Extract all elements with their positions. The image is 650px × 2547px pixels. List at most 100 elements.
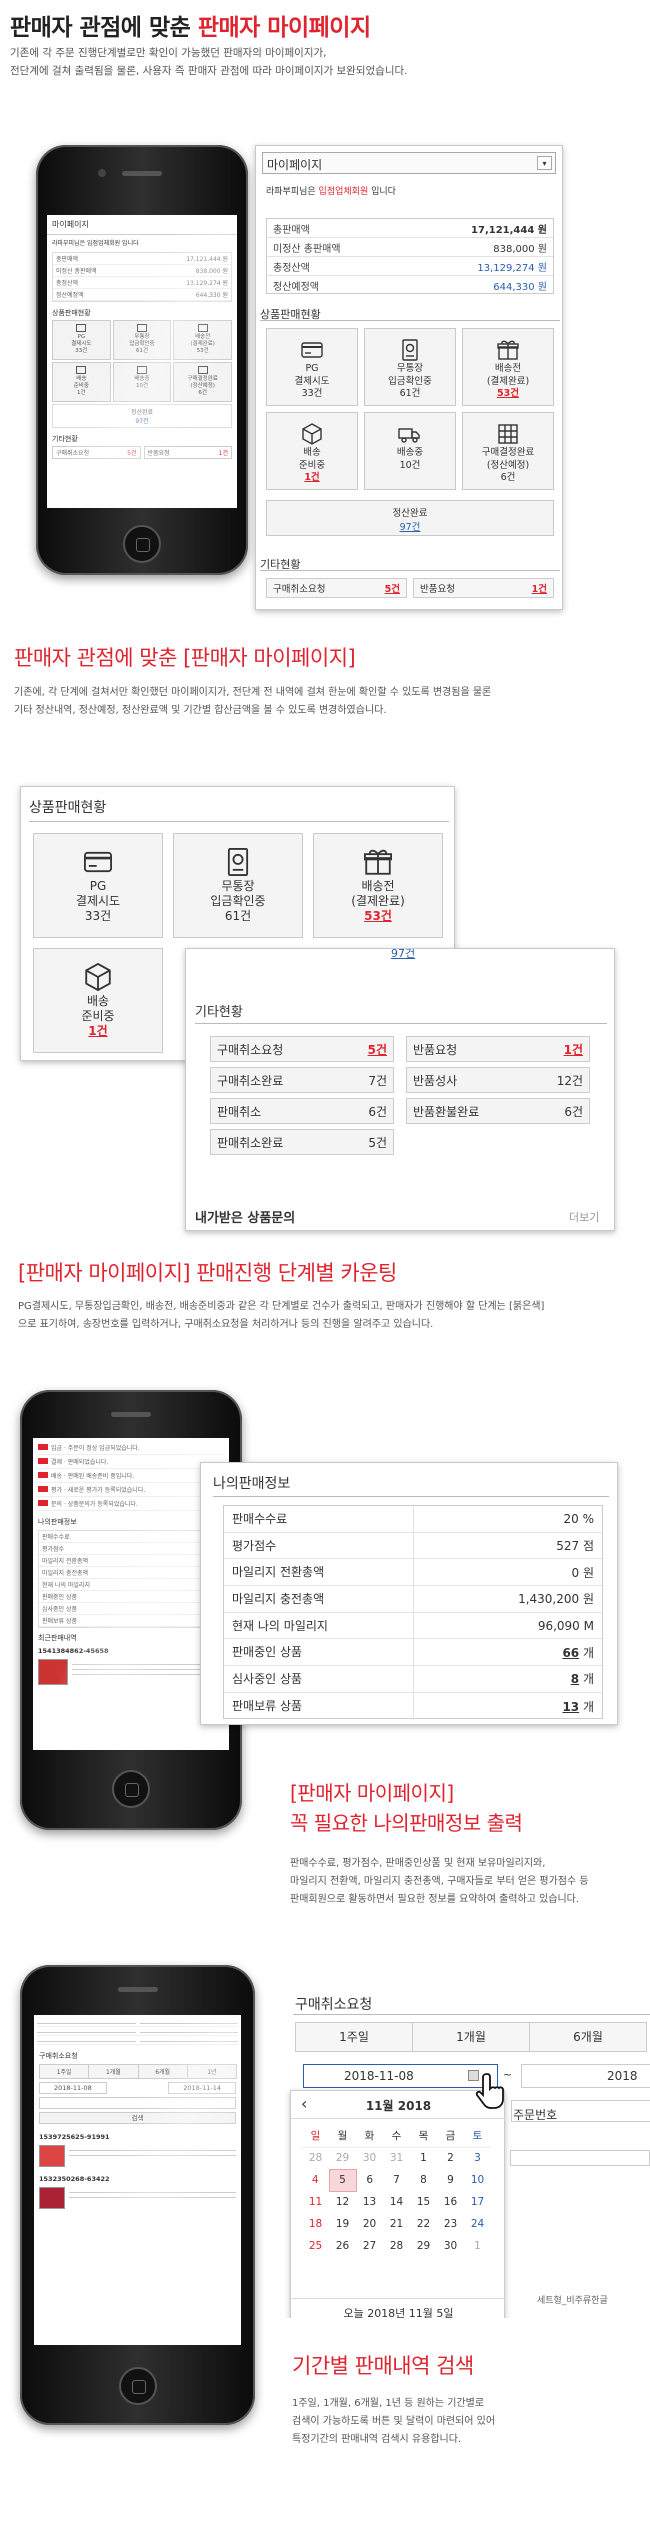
day-cell[interactable]: 1 — [410, 2147, 437, 2169]
info-value[interactable]: 8 개 — [571, 1670, 602, 1687]
status-tile[interactable]: 배송 준비중 1건 — [33, 948, 163, 1053]
day-cell[interactable]: 26 — [329, 2235, 356, 2257]
day-cell[interactable]: 7 — [383, 2169, 410, 2191]
notice-item[interactable]: 배송 · 판매된 배송준비 중입니다. — [36, 1469, 226, 1483]
phone3-select[interactable] — [39, 2097, 236, 2109]
status-tile[interactable]: 배송전 (결제완료) 53건 — [462, 328, 554, 406]
etc-row[interactable]: 반품요청 1건 — [413, 578, 554, 598]
mini-etc-row[interactable]: 구매취소요청 5건 — [52, 446, 141, 459]
phone3-order-2[interactable]: 1532350268-63422 — [34, 2169, 241, 2185]
day-cell[interactable]: 4 — [302, 2169, 329, 2191]
phone1-settle[interactable]: 정산완료 97건 — [52, 404, 232, 428]
status-tile[interactable]: PG 결제시도 33건 — [33, 833, 163, 938]
notice-item[interactable]: 문의 · 상품문의가 등록되었습니다. — [36, 1497, 226, 1511]
day-cell[interactable]: 25 — [302, 2235, 329, 2257]
day-cell[interactable]: 2 — [437, 2147, 464, 2169]
status-tile[interactable]: 배송 준비중 1건 — [266, 412, 358, 490]
week-row: 4 5 6 7 8 9 10 — [302, 2168, 491, 2192]
phone3-order-item[interactable] — [39, 2145, 236, 2167]
day-cell[interactable]: 27 — [356, 2235, 383, 2257]
day-cell[interactable]: 9 — [437, 2169, 464, 2191]
day-cell[interactable]: 11 — [302, 2191, 329, 2213]
etc-cell[interactable]: 판매취소 6건 — [210, 1098, 394, 1124]
mini-tile[interactable]: 배송전 (결제완료) 53건 — [173, 320, 232, 360]
mini-etc-row[interactable]: 반품요청 1건 — [143, 446, 232, 459]
mini-tile[interactable]: 배송 준비중 1건 — [52, 362, 111, 402]
day-cell[interactable]: 13 — [356, 2191, 383, 2213]
mini-period-tab[interactable]: 1년 — [186, 2064, 237, 2079]
today-button[interactable]: 오늘 2018년 11월 5일 — [291, 2298, 506, 2318]
day-cell[interactable]: 12 — [329, 2191, 356, 2213]
day-cell[interactable]: 17 — [464, 2191, 491, 2213]
etc-cell[interactable]: 구매취소요청 5건 — [210, 1036, 394, 1062]
mini-period-tab[interactable]: 1개월 — [88, 2064, 139, 2079]
etc-cell[interactable]: 구매취소완료 7건 — [210, 1067, 394, 1093]
day-cell[interactable]: 19 — [329, 2213, 356, 2235]
mini-tile[interactable]: 구매결정완료 (정산예정) 6건 — [173, 362, 232, 402]
etc-cell[interactable]: 판매취소완료 5건 — [210, 1129, 394, 1155]
mini-tile[interactable]: PG 결제시도 33건 — [52, 320, 111, 360]
day-cell[interactable]: 30 — [437, 2235, 464, 2257]
mini-tile[interactable]: 배송중 10건 — [112, 362, 172, 402]
info-value[interactable]: 13 개 — [562, 1698, 602, 1715]
mini-info-row: 심사중인 상품 — [39, 1603, 223, 1615]
phone2-info-table: 판매수수료 평가점수 마일리지 전환총액 마일리지 충전총액 현재 나의 마일리지 판매중… — [38, 1530, 224, 1628]
notice-item[interactable]: 입금 · 주문이 정상 입금되었습니다. — [36, 1441, 226, 1455]
day-cell[interactable]: 3 — [464, 2147, 491, 2169]
order-no-box[interactable] — [511, 2100, 650, 2122]
search-field[interactable] — [510, 2150, 650, 2166]
mini-period-tab[interactable]: 1주일 — [39, 2064, 90, 2079]
day-cell[interactable]: 30 — [356, 2147, 383, 2169]
day-cell[interactable]: 29 — [410, 2235, 437, 2257]
more-link[interactable]: 더보기 — [569, 1209, 599, 1225]
mini-period-tab[interactable]: 6개월 — [137, 2064, 188, 2079]
settle-complete-tile[interactable]: 정산완료 97건 — [266, 500, 554, 536]
notice-item[interactable]: 평가 · 새로운 평가가 등록되었습니다. — [36, 1483, 226, 1497]
etc-cell[interactable]: 반품요청 1건 — [406, 1036, 590, 1062]
status-tile[interactable]: 배송중 10건 — [364, 412, 456, 490]
day-cell[interactable]: 29 — [329, 2147, 356, 2169]
day-cell[interactable]: 1 — [464, 2235, 491, 2257]
day-cell[interactable]: 5 — [328, 2168, 357, 2192]
day-cell[interactable]: 18 — [302, 2213, 329, 2235]
period-tab[interactable]: 6개월 — [529, 2022, 647, 2052]
phone3-search-button[interactable]: 검색 — [39, 2112, 236, 2124]
day-cell[interactable]: 14 — [383, 2191, 410, 2213]
etc-cell[interactable]: 반품성사 12건 — [406, 1067, 590, 1093]
status-tile[interactable]: 배송전 (결제완료) 53건 — [313, 833, 443, 938]
phone3-order-1[interactable]: 1539725625-91991 — [34, 2127, 241, 2143]
status-tile[interactable]: 구매결정완료 (정산예정) 6건 — [462, 412, 554, 490]
phone3-order-item[interactable] — [39, 2187, 236, 2209]
section4-desc: 판매수수료, 평가점수, 판매중인상품 및 현재 보유마일리지와, 마일리지 전… — [290, 1858, 589, 1905]
date-to-input[interactable]: 2018 — [521, 2064, 650, 2088]
info-value[interactable]: 66 개 — [562, 1644, 602, 1661]
period-tab[interactable]: 1주일 — [295, 2022, 413, 2052]
etc-row[interactable]: 구매취소요청 5건 — [266, 578, 407, 598]
mini-bar — [37, 2023, 136, 2024]
period-tab[interactable]: 1개월 — [412, 2022, 530, 2052]
day-cell[interactable]: 16 — [437, 2191, 464, 2213]
day-cell[interactable]: 20 — [356, 2213, 383, 2235]
day-cell[interactable]: 6 — [356, 2169, 383, 2191]
day-cell[interactable]: 15 — [410, 2191, 437, 2213]
day-cell[interactable]: 10 — [464, 2169, 491, 2191]
phone2-order-item[interactable] — [38, 1659, 224, 1685]
day-cell[interactable]: 22 — [410, 2213, 437, 2235]
day-cell[interactable]: 8 — [410, 2169, 437, 2191]
day-cell[interactable]: 31 — [383, 2147, 410, 2169]
day-cell[interactable]: 28 — [302, 2147, 329, 2169]
day-cell[interactable]: 28 — [383, 2235, 410, 2257]
collapse-icon[interactable]: ▾ — [537, 156, 552, 170]
status-tile[interactable]: 무통장 입금확인중 61건 — [173, 833, 303, 938]
day-cell[interactable]: 24 — [464, 2213, 491, 2235]
notice-item[interactable]: 결제 · 판매되었습니다. — [36, 1455, 226, 1469]
status-tile[interactable]: PG 결제시도 33건 — [266, 328, 358, 406]
day-cell[interactable]: 21 — [383, 2213, 410, 2235]
mini-tile[interactable]: 무통장 입금확인중 61건 — [112, 320, 172, 360]
etc-cell[interactable]: 반품환불완료 6건 — [406, 1098, 590, 1124]
day-cell[interactable]: 23 — [437, 2213, 464, 2235]
status-tile[interactable]: 무통장 입금확인중 61건 — [364, 328, 456, 406]
phone3-date-to[interactable]: 2018-11-14 — [168, 2082, 236, 2094]
phone3-date-from[interactable]: 2018-11-08 — [39, 2082, 107, 2094]
date-from-input[interactable]: 2018-11-08 — [303, 2064, 498, 2088]
